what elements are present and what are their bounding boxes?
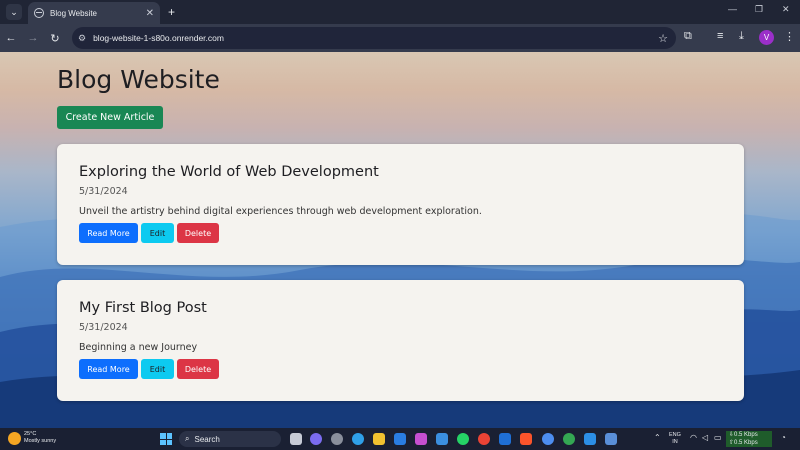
article-title: My First Blog Post [79, 300, 207, 316]
article-title: Exploring the World of Web Development [79, 164, 379, 180]
delete-button[interactable]: Delete [177, 223, 219, 243]
lang-secondary: IN [672, 439, 678, 445]
globe-icon [34, 8, 44, 18]
forward-icon[interactable]: → [22, 32, 44, 44]
read-more-button[interactable]: Read More [79, 359, 138, 379]
create-article-button[interactable]: Create New Article [57, 106, 163, 129]
sun-icon [8, 431, 21, 445]
edge-icon[interactable] [352, 433, 364, 445]
teams-icon[interactable] [310, 433, 322, 445]
wifi-icon[interactable]: ◠ [690, 433, 697, 442]
close-window-icon[interactable]: ✕ [782, 4, 790, 15]
page-viewport: Blog Website Create New Article Explorin… [0, 52, 800, 428]
edit-button[interactable]: Edit [141, 223, 174, 243]
windows-start-icon[interactable] [160, 433, 172, 445]
delete-button[interactable]: Delete [177, 359, 219, 379]
language-indicator[interactable]: ENG IN [669, 432, 681, 446]
article-description: Unveil the artistry behind digital exper… [79, 206, 482, 217]
photos-icon[interactable] [605, 433, 617, 445]
minimize-icon[interactable]: — [728, 4, 737, 14]
net-up: ⇧0.5 Kbps [729, 440, 758, 446]
weather-widget[interactable]: 25°C Mostly sunny [8, 431, 56, 445]
browser-tab[interactable]: Blog Website ✕ [28, 2, 160, 24]
chrome-icon[interactable] [478, 433, 490, 445]
back-icon[interactable]: ← [0, 32, 22, 44]
new-tab-plus-icon[interactable]: + [168, 5, 175, 19]
weather-desc: Mostly sunny [24, 438, 57, 444]
notifications-bell-icon[interactable]: ◔ [781, 433, 786, 442]
tab-title: Blog Website [50, 8, 97, 18]
weather-temp: 25°C [24, 431, 37, 437]
browser-tab-strip: ⌄ Blog Website ✕ + — ❐ ✕ [0, 0, 800, 24]
copilot-icon[interactable] [415, 433, 427, 445]
brave-icon[interactable] [520, 433, 532, 445]
task-view-icon[interactable] [290, 433, 302, 445]
chrome-active-icon[interactable] [542, 433, 554, 445]
tab-search-chevron-icon[interactable]: ⌄ [6, 4, 22, 20]
browser-toolbar: ← → ↻ ⚙ blog-website-1-s80o.onrender.com… [0, 24, 800, 52]
vscode-icon[interactable] [584, 433, 596, 445]
article-card: Exploring the World of Web Development 5… [57, 144, 744, 265]
article-date: 5/31/2024 [79, 186, 128, 197]
profile-avatar[interactable]: V [759, 30, 774, 45]
kebab-menu-icon[interactable]: ⋮ [784, 30, 795, 43]
tray-chevron-up-icon[interactable]: ⌃ [654, 433, 661, 442]
battery-icon[interactable]: ▭ [714, 433, 722, 442]
url-text[interactable]: blog-website-1-s80o.onrender.com [93, 33, 658, 43]
download-icon[interactable]: ⤓ [739, 30, 744, 43]
search-label: Search [194, 434, 220, 444]
file-explorer-icon[interactable] [373, 433, 385, 445]
restore-icon[interactable]: ❐ [755, 4, 763, 15]
search-icon: ⌕ [185, 434, 190, 443]
network-speed-widget[interactable]: ⇩0.5 Kbps ⇧0.5 Kbps [726, 431, 772, 447]
article-card: My First Blog Post 5/31/2024 Beginning a… [57, 280, 744, 401]
article-actions: Read More Edit Delete [79, 223, 219, 243]
address-bar[interactable]: ⚙ blog-website-1-s80o.onrender.com ☆ [72, 27, 676, 49]
store-icon[interactable] [436, 433, 448, 445]
article-date: 5/31/2024 [79, 322, 128, 333]
word-icon[interactable] [499, 433, 511, 445]
reading-list-icon[interactable]: ≡ [717, 30, 723, 42]
site-info-icon[interactable]: ⚙ [78, 33, 86, 44]
reload-icon[interactable]: ↻ [44, 32, 66, 45]
volume-icon[interactable]: ◁ [702, 433, 708, 442]
close-tab-icon[interactable]: ✕ [146, 8, 154, 19]
net-down: ⇩0.5 Kbps [729, 432, 758, 438]
bookmark-star-icon[interactable]: ☆ [658, 32, 668, 45]
extensions-icon[interactable]: ⧉ [684, 30, 692, 43]
lang-primary: ENG [669, 432, 681, 438]
page-title: Blog Website [57, 65, 220, 94]
mail-icon[interactable] [394, 433, 406, 445]
taskbar-search[interactable]: ⌕ Search [179, 431, 281, 447]
chrome-profile-icon[interactable] [563, 433, 575, 445]
edit-button[interactable]: Edit [141, 359, 174, 379]
os-taskbar: 25°C Mostly sunny ⌕ Search ⌃ ENG IN ◠ ◁ … [0, 428, 800, 450]
weather-text: 25°C Mostly sunny [24, 431, 56, 445]
whatsapp-icon[interactable] [457, 433, 469, 445]
read-more-button[interactable]: Read More [79, 223, 138, 243]
article-description: Beginning a new Journey [79, 342, 198, 353]
article-actions: Read More Edit Delete [79, 359, 219, 379]
settings-icon[interactable] [331, 433, 343, 445]
